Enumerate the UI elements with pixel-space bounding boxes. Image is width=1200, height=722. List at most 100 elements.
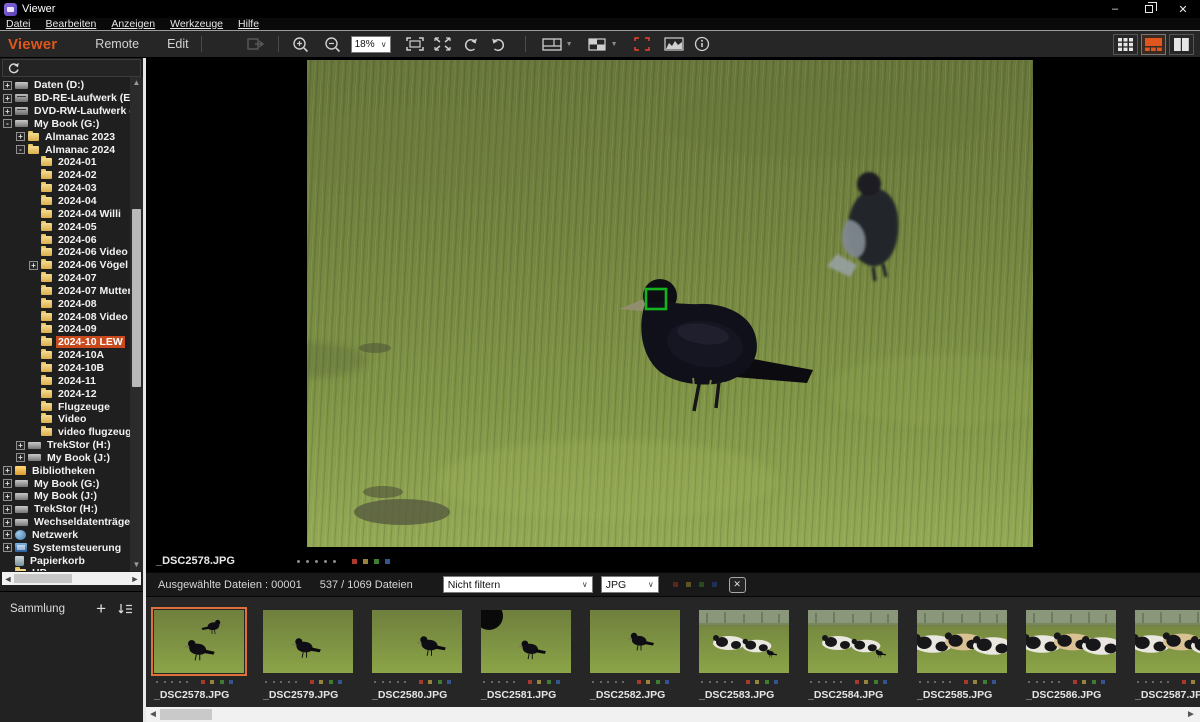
tree-item[interactable]: 2024-10B <box>0 362 130 375</box>
tree-item[interactable]: Papierkorb <box>0 554 130 567</box>
tree-item[interactable]: +Netzwerk <box>0 529 130 542</box>
tree-item[interactable]: 2024-06 Video <box>0 246 130 259</box>
clear-filter-button[interactable]: ✕ <box>729 577 746 593</box>
filmstrip-thumbnail[interactable]: _DSC2582.JPG <box>590 610 680 707</box>
expand-icon[interactable]: + <box>3 81 12 90</box>
tree-item[interactable]: 2024-08 Video <box>0 310 130 323</box>
tree-item[interactable]: 2024-12 <box>0 387 130 400</box>
restore-button[interactable] <box>1132 0 1166 18</box>
thumbnail-image[interactable] <box>1026 610 1116 673</box>
filmstrip-thumbnail[interactable]: _DSC2586.JPG <box>1026 610 1116 707</box>
thumbnail-rating-row[interactable] <box>1137 679 1200 684</box>
scroll-right-icon[interactable]: ► <box>1184 709 1198 720</box>
menu-anzeigen[interactable]: Anzeigen <box>105 18 164 31</box>
expand-icon[interactable]: + <box>16 453 25 462</box>
tree-item[interactable]: +Almanac 2023 <box>0 130 130 143</box>
filmstrip-thumbnail[interactable]: _DSC2580.JPG <box>372 610 462 707</box>
tree-item[interactable]: +2024-06 Vögel <box>0 259 130 272</box>
tab-edit[interactable]: Edit <box>167 37 189 51</box>
thumbnail-rating-row[interactable] <box>156 679 244 684</box>
tree-item[interactable]: 2024-11 <box>0 374 130 387</box>
scroll-up-icon[interactable]: ▲ <box>133 77 141 89</box>
sort-collection-button[interactable] <box>118 603 133 616</box>
thumbnail-rating-row[interactable] <box>701 679 789 684</box>
menu-bearbeiten[interactable]: Bearbeiten <box>40 18 106 31</box>
actual-size-icon[interactable] <box>431 33 455 55</box>
expand-icon[interactable]: + <box>3 479 12 488</box>
tree-item[interactable]: video flugzeuge <box>0 426 130 439</box>
tree-item[interactable]: +My Book (J:) <box>0 490 130 503</box>
tree-item[interactable]: 2024-03 <box>0 182 130 195</box>
tree-item[interactable]: -Almanac 2024 <box>0 143 130 156</box>
tree-item[interactable]: +TrekStor (H:) <box>0 439 130 452</box>
expand-icon[interactable]: + <box>3 518 12 527</box>
compare-dropdown-icon[interactable]: ▼ <box>611 41 618 48</box>
add-collection-button[interactable]: + <box>96 602 106 616</box>
filmstrip-thumbnail[interactable]: _DSC2578.JPG <box>154 610 244 707</box>
expand-icon[interactable]: + <box>16 132 25 141</box>
export-icon[interactable] <box>244 33 268 55</box>
thumbnail-rating-row[interactable] <box>810 679 898 684</box>
thumbnail-image[interactable] <box>1135 610 1200 673</box>
tree-item[interactable]: +Daten (D:) <box>0 79 130 92</box>
expand-icon[interactable]: + <box>29 261 38 270</box>
tree-item[interactable]: 2024-04 <box>0 195 130 208</box>
thumbnail-image[interactable] <box>590 610 680 673</box>
tree-item[interactable]: +My Book (G:) <box>0 477 130 490</box>
tree-item[interactable]: 2024-09 <box>0 323 130 336</box>
tree-horizontal-scrollbar[interactable]: ◄ ► <box>2 572 141 585</box>
expand-icon[interactable]: + <box>3 492 12 501</box>
close-button[interactable]: ✕ <box>1166 0 1200 18</box>
thumbnail-image[interactable] <box>481 610 571 673</box>
layout-icon[interactable] <box>540 33 564 55</box>
thumbnail-rating-row[interactable] <box>374 679 462 684</box>
tree-item[interactable]: +Wechseldatenträger (L:) <box>0 516 130 529</box>
grid-view-button[interactable] <box>1113 34 1138 55</box>
filmstrip-thumbnail[interactable]: _DSC2583.JPG <box>699 610 789 707</box>
tree-item[interactable]: +TrekStor (H:) <box>0 503 130 516</box>
tree-item[interactable]: 2024-10 LEW <box>0 336 130 349</box>
expand-icon[interactable]: + <box>16 441 25 450</box>
zoom-in-icon[interactable] <box>289 33 313 55</box>
compare-view-button[interactable] <box>1169 34 1194 55</box>
fit-to-screen-icon[interactable] <box>403 33 427 55</box>
tree-item[interactable]: 2024-08 <box>0 297 130 310</box>
layout-dropdown-icon[interactable]: ▼ <box>566 41 573 48</box>
filmstrip-view-button[interactable] <box>1141 34 1166 55</box>
filetype-select[interactable]: JPG ∨ <box>601 576 659 593</box>
tree-item[interactable]: 2024-07 <box>0 272 130 285</box>
collapse-icon[interactable]: - <box>3 119 12 128</box>
tree-item[interactable]: +Bibliotheken <box>0 464 130 477</box>
thumbnail-rating-row[interactable] <box>592 679 680 684</box>
tree-item[interactable]: 2024-06 <box>0 233 130 246</box>
tree-hscroll-thumb[interactable] <box>14 574 72 583</box>
tree-item[interactable]: +DVD-RW-Laufwerk (F:) <box>0 105 130 118</box>
thumbnail-rating-row[interactable] <box>265 679 353 684</box>
expand-icon[interactable]: + <box>3 466 12 475</box>
compare-checker-icon[interactable] <box>585 33 609 55</box>
tree-item[interactable]: 2024-04 Willi <box>0 207 130 220</box>
rotate-right-icon[interactable] <box>487 33 511 55</box>
thumbnail-image[interactable] <box>263 610 353 673</box>
tree-item[interactable]: 2024-02 <box>0 169 130 182</box>
thumbnail-image[interactable] <box>917 610 1007 673</box>
tree-item[interactable]: -My Book (G:) <box>0 118 130 131</box>
filmstrip-scrollbar[interactable]: ◄ ► <box>146 707 1200 722</box>
menu-datei[interactable]: Datei <box>0 18 40 31</box>
menu-hilfe[interactable]: Hilfe <box>232 18 268 31</box>
zoom-out-icon[interactable] <box>321 33 345 55</box>
thumbnail-rating-row[interactable] <box>919 679 1007 684</box>
expand-icon[interactable]: + <box>3 107 12 116</box>
minimize-button[interactable]: – <box>1098 0 1132 18</box>
thumbnail-image[interactable] <box>154 610 244 673</box>
refresh-button[interactable] <box>2 59 141 77</box>
zoom-level-select[interactable]: 18% ∨ <box>351 36 391 53</box>
thumbnail-image[interactable] <box>372 610 462 673</box>
thumbnail-rating-row[interactable] <box>483 679 571 684</box>
scroll-right-icon[interactable]: ► <box>129 574 141 584</box>
filmstrip-thumbnail[interactable]: _DSC2579.JPG <box>263 610 353 707</box>
collapse-icon[interactable]: - <box>16 145 25 154</box>
tree-item[interactable]: HP <box>0 567 130 571</box>
scroll-left-icon[interactable]: ◄ <box>146 709 160 720</box>
tree-item[interactable]: +My Book (J:) <box>0 451 130 464</box>
